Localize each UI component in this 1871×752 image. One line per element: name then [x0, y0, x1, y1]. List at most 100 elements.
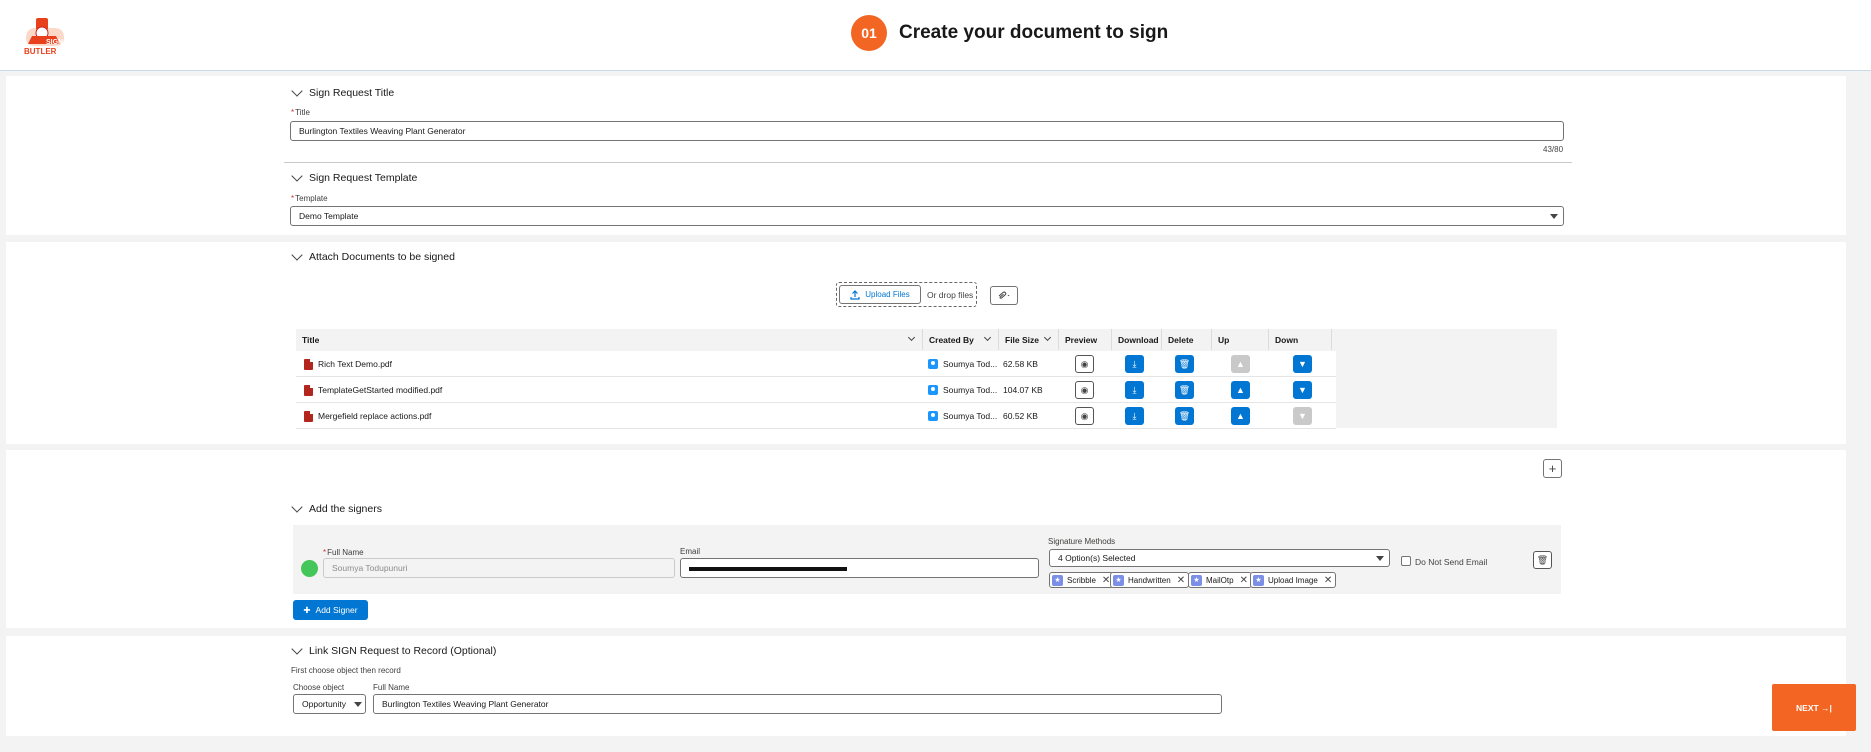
close-icon[interactable]: ✕ — [1240, 575, 1248, 586]
record-input[interactable]: Burlington Textiles Weaving Plant Genera… — [373, 694, 1222, 714]
file-drop-zone[interactable]: Upload Files Or drop files — [836, 282, 977, 307]
table-row: Mergefield replace actions.pdf Soumya To… — [296, 403, 1336, 429]
pdf-file-icon — [304, 410, 313, 422]
col-header-down: Down — [1269, 329, 1332, 350]
eye-icon: ◉ — [1080, 384, 1089, 395]
chevron-down-icon — [1043, 333, 1052, 342]
section-heading: Add the signers — [309, 503, 382, 515]
link-record-card — [6, 636, 1846, 736]
col-header-file-size[interactable]: File Size — [999, 329, 1059, 350]
arrow-down-icon: ▼ — [1298, 385, 1307, 395]
email-input[interactable] — [680, 558, 1039, 578]
signers-section-header[interactable]: Add the signers — [290, 501, 382, 515]
method-pill-mailotp[interactable]: ★ MailOtp ✕ — [1188, 572, 1252, 588]
section-heading: Sign Request Title — [309, 87, 395, 99]
attach-section-header[interactable]: Attach Documents to be signed — [290, 249, 455, 263]
choose-object-label: Choose object — [293, 683, 345, 692]
preview-button[interactable]: ◉ — [1075, 407, 1094, 425]
star-icon: ★ — [1113, 574, 1124, 586]
col-header-up: Up — [1212, 329, 1269, 350]
chevron-down-icon — [1376, 556, 1384, 561]
col-header-delete: Delete — [1162, 329, 1212, 350]
signer-color-indicator — [301, 560, 318, 577]
download-button[interactable]: ⤓ — [1125, 381, 1144, 399]
plus-icon: + — [1548, 461, 1557, 476]
method-pill-upload-image[interactable]: ★ Upload Image ✕ — [1250, 572, 1337, 588]
eye-icon: ◉ — [1080, 410, 1089, 421]
record-label: Full Name — [373, 683, 410, 692]
move-down-button[interactable]: ▼ — [1293, 355, 1312, 373]
do-not-send-email-checkbox[interactable] — [1401, 556, 1411, 566]
link-section-header[interactable]: Link SIGN Request to Record (Optional) — [290, 643, 497, 657]
remove-signer-button[interactable]: 🗑 — [1533, 551, 1552, 569]
delete-button[interactable]: 🗑 — [1175, 355, 1194, 373]
star-icon: ★ — [1253, 574, 1264, 586]
delete-button[interactable]: 🗑 — [1175, 407, 1194, 425]
star-icon: ★ — [1052, 574, 1063, 586]
star-icon: ★ — [1191, 574, 1202, 586]
trash-icon: 🗑 — [1536, 554, 1549, 565]
move-down-button[interactable]: ▼ — [1293, 407, 1312, 425]
file-title-cell: Rich Text Demo.pdf — [304, 351, 392, 377]
arrow-up-icon: ▲ — [1236, 411, 1245, 421]
svg-text:SIGN: SIGN — [46, 39, 63, 46]
file-title-cell: Mergefield replace actions.pdf — [304, 403, 431, 429]
email-label: Email — [680, 547, 701, 556]
page-header: SIGN BUTLER 01 Create your document to s… — [0, 0, 1871, 71]
col-header-title[interactable]: Title — [296, 329, 923, 350]
download-button[interactable]: ⤓ — [1125, 407, 1144, 425]
chevron-down-icon — [291, 501, 303, 513]
user-icon — [928, 359, 938, 369]
documents-table: Title Created By File Size Preview Downl… — [296, 329, 1557, 429]
created-by-cell: Soumya Tod... — [928, 351, 997, 377]
template-field-label: *Template — [291, 194, 328, 203]
svg-text:BUTLER: BUTLER — [24, 47, 57, 56]
sign-butler-logo: SIGN BUTLER — [24, 18, 64, 56]
close-icon[interactable]: ✕ — [1324, 575, 1332, 586]
step-indicator: 01 Create your document to sign — [851, 15, 1168, 51]
full-name-label: *Full Name — [323, 548, 364, 557]
paperclip-icon — [998, 291, 1010, 299]
method-pill-scribble[interactable]: ★ Scribble ✕ — [1049, 572, 1115, 588]
table-row: TemplateGetStarted modified.pdf Soumya T… — [296, 377, 1336, 403]
add-section-button[interactable]: + — [1543, 459, 1562, 478]
chevron-down-icon — [983, 333, 992, 342]
delete-button[interactable]: 🗑 — [1175, 381, 1194, 399]
trash-icon: 🗑 — [1178, 384, 1191, 395]
title-section-header[interactable]: Sign Request Title — [290, 85, 395, 99]
add-signer-button[interactable]: ✚ Add Signer — [293, 600, 368, 620]
move-up-button[interactable]: ▲ — [1231, 407, 1250, 425]
step-number-badge: 01 — [851, 15, 887, 51]
section-heading: Link SIGN Request to Record (Optional) — [309, 645, 497, 657]
move-down-button[interactable]: ▼ — [1293, 381, 1312, 399]
chevron-down-icon — [291, 643, 303, 655]
add-user-icon: ✚ — [303, 604, 311, 615]
upload-files-button[interactable]: Upload Files — [839, 285, 921, 304]
download-button[interactable]: ⤓ — [1125, 355, 1144, 373]
move-up-button[interactable]: ▲ — [1231, 355, 1250, 373]
move-up-button[interactable]: ▲ — [1231, 381, 1250, 399]
user-icon — [928, 411, 938, 421]
close-icon[interactable]: ✕ — [1177, 575, 1185, 586]
pdf-file-icon — [304, 358, 313, 370]
title-input[interactable]: Burlington Textiles Weaving Plant Genera… — [290, 121, 1564, 141]
template-section-header[interactable]: Sign Request Template — [290, 170, 417, 184]
next-button[interactable]: NEXT →| — [1772, 684, 1856, 731]
arrow-down-icon: ▼ — [1298, 411, 1307, 421]
created-by-cell: Soumya Tod... — [928, 403, 997, 429]
chevron-down-icon — [291, 85, 303, 97]
attachment-menu-button[interactable] — [990, 286, 1018, 305]
signature-methods-select[interactable]: 4 Option(s) Selected — [1049, 549, 1390, 567]
title-field-label: *Title — [291, 108, 310, 117]
preview-button[interactable]: ◉ — [1075, 355, 1094, 373]
file-title-cell: TemplateGetStarted modified.pdf — [304, 377, 442, 403]
link-hint-text: First choose object then record — [291, 666, 401, 675]
eye-icon: ◉ — [1080, 358, 1089, 369]
file-size-cell: 62.58 KB — [1003, 359, 1038, 369]
col-header-created-by[interactable]: Created By — [923, 329, 999, 350]
signature-methods-label: Signature Methods — [1048, 537, 1116, 546]
preview-button[interactable]: ◉ — [1075, 381, 1094, 399]
method-pill-handwritten[interactable]: ★ Handwritten ✕ — [1110, 572, 1190, 588]
full-name-input[interactable]: Soumya Todupunuri — [323, 558, 675, 578]
template-select[interactable]: Demo Template — [290, 206, 1564, 226]
